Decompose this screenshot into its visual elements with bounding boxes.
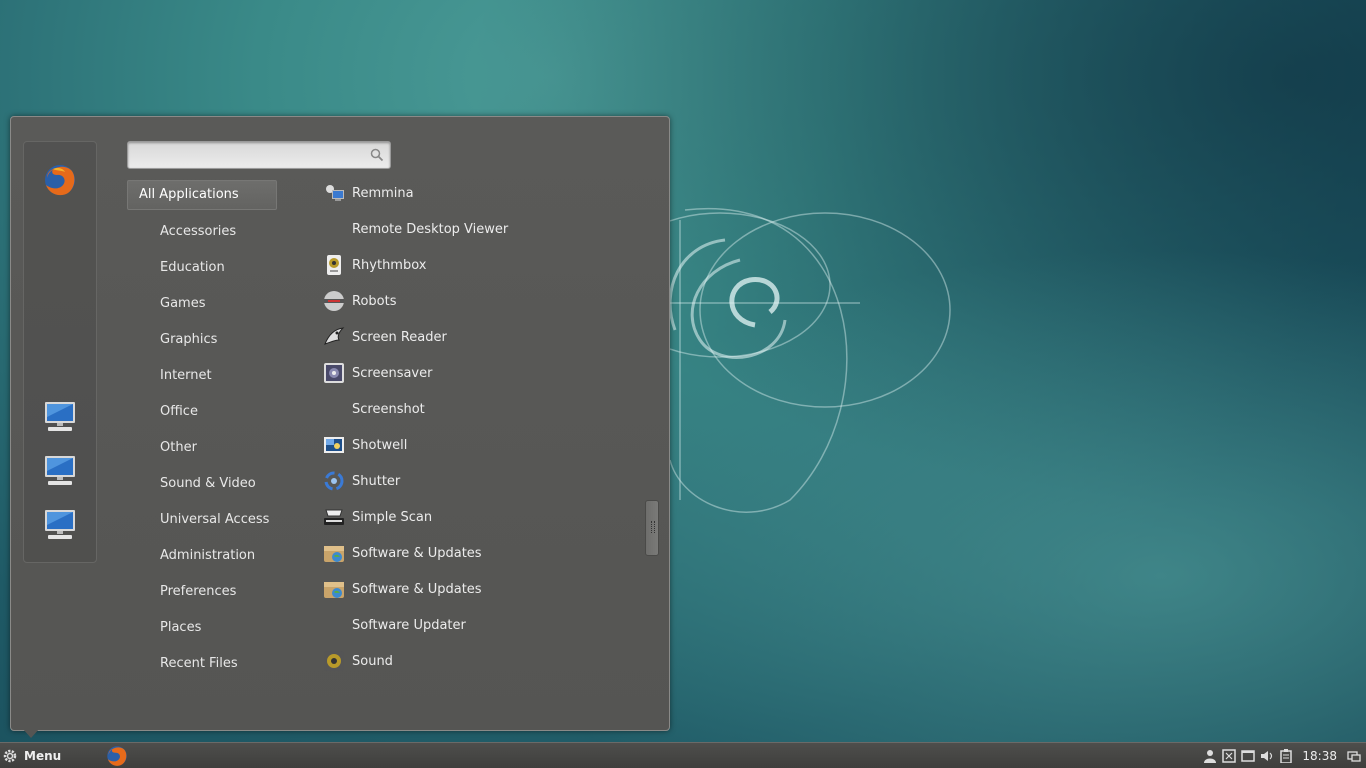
category-places[interactable]: Places	[127, 610, 287, 646]
app-shotwell[interactable]: Shotwell	[323, 427, 623, 463]
app-label: Screenshot	[352, 401, 425, 417]
menu-button-label: Menu	[24, 749, 62, 763]
system-tray: 18:38	[1199, 746, 1362, 766]
screen-reader-icon	[323, 326, 345, 348]
app-simple-scan[interactable]: Simple Scan	[323, 499, 623, 535]
favorite-computer-1[interactable]	[40, 396, 80, 436]
computer-icon	[45, 456, 75, 485]
app-label: Software & Updates	[352, 581, 482, 597]
search-icon	[370, 148, 384, 162]
app-screensaver[interactable]: Screensaver	[323, 355, 623, 391]
category-graphics[interactable]: Graphics	[127, 322, 287, 358]
category-other[interactable]: Other	[127, 430, 287, 466]
software-updates-icon	[323, 578, 345, 600]
category-preferences[interactable]: Preferences	[127, 574, 287, 610]
menu-pointer-arrow	[22, 728, 40, 738]
blank-icon	[323, 398, 345, 420]
app-remmina[interactable]: Remmina	[323, 175, 623, 211]
software-updates-icon	[323, 542, 345, 564]
category-administration[interactable]: Administration	[127, 538, 287, 574]
favorites-sidebar	[23, 141, 97, 563]
window-icon[interactable]	[1240, 748, 1256, 764]
app-software-updates-1[interactable]: Software & Updates	[323, 535, 623, 571]
volume-icon[interactable]	[1259, 748, 1275, 764]
sound-icon	[323, 650, 345, 672]
robots-icon	[323, 290, 345, 312]
keyboard-layout-icon[interactable]	[1221, 748, 1237, 764]
gear-icon	[3, 749, 17, 763]
app-label: Software & Updates	[352, 545, 482, 561]
rhythmbox-icon	[323, 254, 345, 276]
shutter-icon	[323, 470, 345, 492]
favorite-computer-3[interactable]	[40, 504, 80, 544]
app-label: Screensaver	[352, 365, 433, 381]
menu-button[interactable]: Menu	[2, 746, 61, 766]
blank-icon	[323, 218, 345, 240]
favorite-computer-2[interactable]	[40, 450, 80, 490]
category-all-applications[interactable]: All Applications	[127, 180, 277, 210]
blank-icon	[323, 614, 345, 636]
firefox-icon	[107, 746, 127, 766]
app-label: Remmina	[352, 185, 414, 201]
category-recent-files[interactable]: Recent Files	[127, 646, 287, 682]
clock[interactable]: 18:38	[1302, 749, 1337, 763]
category-office[interactable]: Office	[127, 394, 287, 430]
category-list: All Applications Accessories Education G…	[127, 180, 287, 682]
user-icon[interactable]	[1202, 748, 1218, 764]
screensaver-icon	[323, 362, 345, 384]
application-menu: All Applications Accessories Education G…	[10, 116, 670, 731]
app-screen-reader[interactable]: Screen Reader	[323, 319, 623, 355]
show-desktop-icon[interactable]	[1346, 748, 1362, 764]
category-education[interactable]: Education	[127, 250, 287, 286]
app-list-scrollbar[interactable]	[645, 500, 659, 556]
app-label: Robots	[352, 293, 397, 309]
firefox-icon	[45, 165, 75, 196]
app-software-updates-2[interactable]: Software & Updates	[323, 571, 623, 607]
application-list: Remmina Remote Desktop Viewer Rhythmbox …	[323, 175, 623, 679]
app-label: Sound	[352, 653, 393, 669]
app-rhythmbox[interactable]: Rhythmbox	[323, 247, 623, 283]
bottom-panel: Menu 18:38	[0, 742, 1366, 768]
app-sound[interactable]: Sound	[323, 643, 623, 679]
category-universal-access[interactable]: Universal Access	[127, 502, 287, 538]
app-label: Shutter	[352, 473, 401, 489]
app-shutter[interactable]: Shutter	[323, 463, 623, 499]
category-sound-video[interactable]: Sound & Video	[127, 466, 287, 502]
app-label: Screen Reader	[352, 329, 447, 345]
computer-icon	[45, 402, 75, 431]
app-label: Rhythmbox	[352, 257, 427, 273]
shotwell-icon	[323, 434, 345, 456]
app-screenshot[interactable]: Screenshot	[323, 391, 623, 427]
scanner-icon	[323, 506, 345, 528]
search-input[interactable]	[134, 145, 368, 165]
app-robots[interactable]: Robots	[323, 283, 623, 319]
app-label: Software Updater	[352, 617, 466, 633]
app-remote-desktop-viewer[interactable]: Remote Desktop Viewer	[323, 211, 623, 247]
app-label: Shotwell	[352, 437, 408, 453]
panel-launcher-firefox[interactable]	[106, 745, 128, 767]
app-label: Remote Desktop Viewer	[352, 221, 509, 237]
app-software-updater[interactable]: Software Updater	[323, 607, 623, 643]
scrollbar-grip	[651, 521, 655, 533]
favorite-firefox[interactable]	[40, 160, 80, 200]
remmina-icon	[323, 182, 345, 204]
clipboard-icon[interactable]	[1278, 748, 1294, 764]
category-games[interactable]: Games	[127, 286, 287, 322]
search-box[interactable]	[127, 141, 391, 169]
category-accessories[interactable]: Accessories	[127, 214, 287, 250]
category-internet[interactable]: Internet	[127, 358, 287, 394]
app-label: Simple Scan	[352, 509, 433, 525]
computer-icon	[45, 510, 75, 539]
